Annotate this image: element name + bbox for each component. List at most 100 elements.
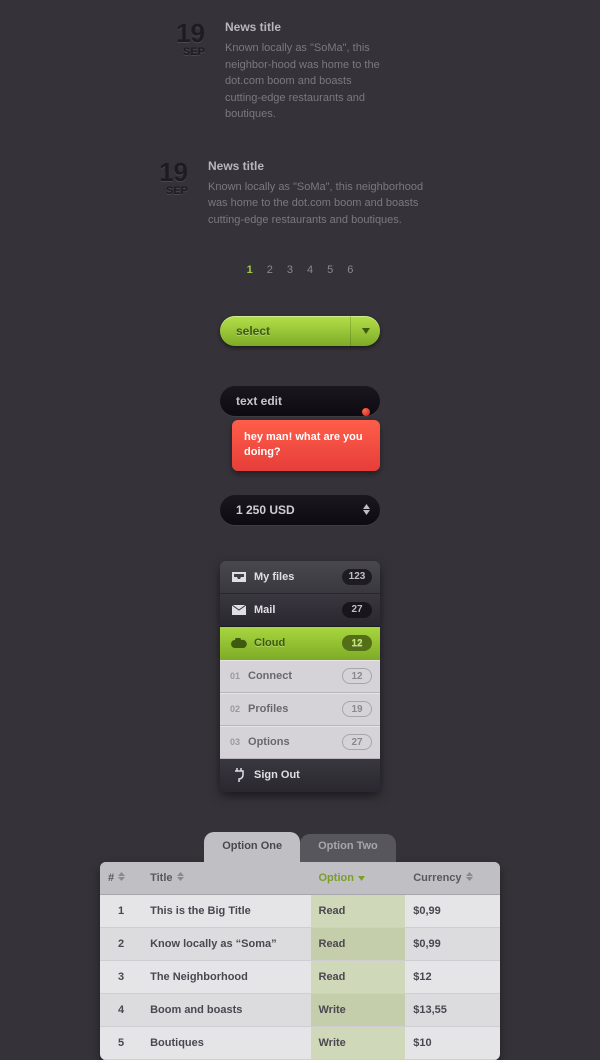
notification-dot-icon [362,408,370,416]
menu-item-badge: 27 [342,602,372,618]
cell-num: 1 [100,894,142,927]
cell-num: 3 [100,960,142,993]
menu-item-my-files[interactable]: My files123 [220,561,380,594]
menu-item-badge: 12 [342,635,372,651]
page-4[interactable]: 4 [307,264,313,276]
spinner-arrows[interactable] [363,504,370,515]
sort-icon [118,872,125,884]
menu-item-label: My files [254,571,342,583]
text-edit-group: text edit hey man! what are you doing? [220,386,380,471]
menu-item-badge: 123 [342,569,372,585]
cell-currency: $0,99 [405,927,500,960]
cell-currency: $10 [405,1026,500,1059]
news-content: News title Known locally as "SoMa", this… [225,20,385,123]
select-dropdown[interactable]: select [220,316,380,346]
menu-item-sign-out[interactable]: Sign Out [220,759,380,792]
menu-item-label: Sign Out [254,769,372,781]
news-title: News title [225,20,385,34]
menu-item-badge: 19 [342,701,372,717]
cell-title: This is the Big Title [142,894,310,927]
menu-item-options[interactable]: 03 Options27 [220,726,380,759]
news-month: SEP [145,46,205,58]
news-item: 19 SEP News title Known locally as "SoMa… [145,12,385,131]
select-label: select [220,324,350,338]
plug-icon [230,768,248,782]
news-title: News title [208,159,428,173]
cell-title: Know locally as “Soma” [142,927,310,960]
cell-currency: $13,55 [405,993,500,1026]
cell-num: 2 [100,927,142,960]
col-header-currency[interactable]: Currency [405,862,500,895]
news-month: SEP [128,185,188,197]
news-date: 19 SEP [128,159,188,229]
news-body: Known locally as "SoMa", this neighbor-h… [225,40,385,123]
news-item: 19 SEP News title Known locally as "SoMa… [128,151,428,237]
cloud-icon [230,638,248,648]
inbox-icon [230,572,248,582]
news-body: Known locally as "SoMa", this neighborho… [208,179,428,229]
tab-option-one[interactable]: Option One [204,832,300,862]
tab-option-two[interactable]: Option Two [300,834,396,862]
table-row[interactable]: 4Boom and boastsWrite$13,55 [100,993,500,1026]
news-day: 19 [145,20,205,46]
sort-down-icon [358,872,365,884]
menu-item-badge: 27 [342,734,372,750]
text-edit-input[interactable]: text edit [220,386,380,416]
menu-item-number: 03 [230,737,240,747]
cell-title: Boom and boasts [142,993,310,1026]
cell-currency: $0,99 [405,894,500,927]
menu-item-label: Connect [248,670,342,682]
currency-spinner[interactable]: 1 250 USD [220,495,380,525]
news-content: News title Known locally as "SoMa", this… [208,159,428,229]
page-6[interactable]: 6 [347,264,353,276]
col-header-num[interactable]: # [100,862,142,895]
table-row[interactable]: 5BoutiquesWrite$10 [100,1026,500,1059]
cell-title: Boutiques [142,1026,310,1059]
table-container: Option One Option Two # Title Option Cur… [100,832,500,1060]
col-header-title[interactable]: Title [142,862,310,895]
cell-currency: $12 [405,960,500,993]
cell-num: 4 [100,993,142,1026]
cell-option: Write [311,1026,406,1059]
cell-option: Read [311,960,406,993]
tabs: Option One Option Two [100,832,500,862]
menu-item-label: Options [248,736,342,748]
col-header-option[interactable]: Option [311,862,406,895]
tooltip-text: hey man! what are you doing? [244,431,363,458]
cell-num: 5 [100,1026,142,1059]
menu-item-label: Mail [254,604,342,616]
sort-icon [466,872,473,884]
page-3[interactable]: 3 [287,264,293,276]
menu-item-mail[interactable]: Mail27 [220,594,380,627]
menu-item-label: Cloud [254,637,342,649]
spinner-value: 1 250 USD [236,503,363,517]
pagination: 1 2 3 4 5 6 [0,264,600,276]
table-header-row: # Title Option Currency [100,862,500,895]
chevron-down-icon [350,316,380,346]
sidebar-menu: My files123Mail27Cloud1201Connect1202Pro… [220,561,380,792]
page-5[interactable]: 5 [327,264,333,276]
news-date: 19 SEP [145,20,205,123]
menu-item-cloud[interactable]: Cloud12 [220,627,380,660]
page-1[interactable]: 1 [247,264,253,276]
menu-item-number: 01 [230,671,240,681]
menu-item-label: Profiles [248,703,342,715]
menu-item-profiles[interactable]: 02 Profiles19 [220,693,380,726]
menu-item-connect[interactable]: 01 Connect12 [220,660,380,693]
tooltip: hey man! what are you doing? [232,420,380,471]
news-day: 19 [128,159,188,185]
mail-icon [230,605,248,615]
table-row[interactable]: 2Know locally as “Soma”Read$0,99 [100,927,500,960]
menu-item-badge: 12 [342,668,372,684]
sort-icon [177,872,184,884]
text-edit-label: text edit [236,394,282,408]
cell-option: Read [311,894,406,927]
page-2[interactable]: 2 [267,264,273,276]
table-row[interactable]: 3The NeighborhoodRead$12 [100,960,500,993]
table-row[interactable]: 1This is the Big TitleRead$0,99 [100,894,500,927]
menu-item-number: 02 [230,704,240,714]
cell-title: The Neighborhood [142,960,310,993]
cell-option: Read [311,927,406,960]
chevron-up-icon [363,504,370,509]
chevron-down-icon [363,510,370,515]
